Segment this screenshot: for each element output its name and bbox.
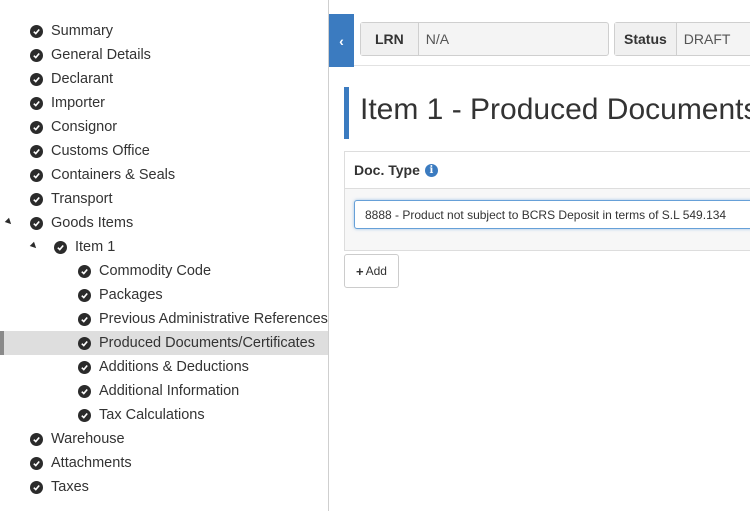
sidebar-item-label: Declarant	[51, 71, 114, 87]
sidebar-item-containers-seals[interactable]: Containers & Seals	[0, 163, 328, 187]
check-circle-icon	[78, 312, 91, 326]
status-value: DRAFT	[676, 23, 738, 55]
check-circle-icon	[30, 432, 43, 446]
check-circle-icon	[30, 456, 43, 470]
check-circle-icon	[78, 384, 91, 398]
add-button-label: Add	[365, 264, 387, 278]
check-circle-icon	[78, 288, 91, 302]
lrn-label: LRN	[361, 23, 419, 55]
sidebar-item-label: Importer	[51, 95, 105, 111]
sidebar-item-additional-information[interactable]: Additional Information	[0, 379, 328, 403]
expand-triangle-icon[interactable]	[29, 241, 39, 251]
sidebar-item-tax-calculations[interactable]: Tax Calculations	[0, 403, 328, 427]
sidebar-item-importer[interactable]: Importer	[0, 91, 328, 115]
sidebar-item-packages[interactable]: Packages	[0, 283, 328, 307]
sidebar-item-warehouse[interactable]: Warehouse	[0, 427, 328, 451]
doc-type-header: Doc. Type i	[345, 152, 750, 189]
sidebar-item-label: Customs Office	[51, 143, 150, 159]
check-circle-icon	[30, 192, 43, 206]
check-circle-icon	[78, 264, 91, 278]
sidebar-item-label: Goods Items	[51, 215, 134, 231]
check-circle-icon	[78, 408, 91, 422]
plus-icon: +	[356, 263, 364, 279]
check-circle-icon	[78, 360, 91, 374]
sidebar-item-goods-items[interactable]: Goods Items	[0, 211, 328, 235]
sidebar-item-label: General Details	[51, 47, 151, 63]
lrn-field: LRN N/A	[360, 22, 609, 56]
sidebar-item-label: Transport	[51, 191, 113, 207]
sidebar-item-label: Commodity Code	[99, 263, 212, 279]
sidebar-item-previous-administrative-references[interactable]: Previous Administrative References	[0, 307, 328, 331]
check-circle-icon	[30, 72, 43, 86]
info-icon[interactable]: i	[424, 163, 438, 177]
title-accent-bar	[344, 87, 349, 139]
page-title: Item 1 - Produced Documents	[360, 93, 750, 126]
sidebar-item-summary[interactable]: Summary	[0, 19, 328, 43]
check-circle-icon	[30, 216, 43, 230]
check-circle-icon	[30, 24, 43, 38]
check-circle-icon	[54, 240, 67, 254]
expand-triangle-icon[interactable]	[4, 217, 14, 227]
add-button[interactable]: + Add	[344, 254, 399, 288]
sidebar-item-label: Previous Administrative References	[99, 311, 328, 327]
sidebar-item-consignor[interactable]: Consignor	[0, 115, 328, 139]
sidebar-item-additions-deductions[interactable]: Additions & Deductions	[0, 355, 328, 379]
sidebar-item-taxes[interactable]: Taxes	[0, 475, 328, 499]
status-field: Status DRAFT	[614, 22, 750, 56]
lrn-value: N/A	[418, 23, 457, 55]
doc-type-label: Doc. Type	[354, 162, 420, 178]
check-circle-icon	[30, 48, 43, 62]
sidebar-nav: Summary General Details Declarant Import…	[0, 0, 329, 511]
sidebar-item-label: Attachments	[51, 455, 132, 471]
sidebar-item-transport[interactable]: Transport	[0, 187, 328, 211]
collapse-sidebar-button[interactable]: ‹	[329, 14, 354, 67]
check-circle-icon	[30, 120, 43, 134]
check-circle-icon	[30, 96, 43, 110]
produced-documents-panel: Doc. Type i 8888 - Product not subject t…	[344, 151, 750, 251]
status-label: Status	[615, 23, 677, 55]
check-circle-icon	[30, 480, 43, 494]
sidebar-item-produced-documents[interactable]: Produced Documents/Certificates	[0, 331, 328, 355]
sidebar-item-customs-office[interactable]: Customs Office	[0, 139, 328, 163]
sidebar-item-label: Item 1	[75, 239, 116, 255]
sidebar-item-label: Tax Calculations	[99, 407, 205, 423]
sidebar-item-label: Produced Documents/Certificates	[99, 335, 315, 351]
check-circle-icon	[30, 144, 43, 158]
sidebar-item-label: Consignor	[51, 119, 118, 135]
sidebar-item-label: Warehouse	[51, 431, 125, 447]
sidebar-item-label: Additions & Deductions	[99, 359, 249, 375]
check-circle-icon	[78, 336, 91, 350]
sidebar-item-label: Taxes	[51, 479, 89, 495]
chevron-left-icon: ‹	[339, 32, 344, 49]
sidebar-item-item-1[interactable]: Item 1	[0, 235, 328, 259]
sidebar-item-label: Containers & Seals	[51, 167, 176, 183]
sidebar-item-label: Summary	[51, 23, 114, 39]
sidebar-item-label: Additional Information	[99, 383, 240, 399]
header-bar: LRN N/A Status DRAFT	[329, 0, 750, 66]
doc-type-select[interactable]: 8888 - Product not subject to BCRS Depos…	[354, 200, 750, 229]
sidebar-item-label: Packages	[99, 287, 163, 303]
sidebar-item-attachments[interactable]: Attachments	[0, 451, 328, 475]
sidebar-item-commodity-code[interactable]: Commodity Code	[0, 259, 328, 283]
check-circle-icon	[30, 168, 43, 182]
sidebar-item-general-details[interactable]: General Details	[0, 43, 328, 67]
sidebar-item-declarant[interactable]: Declarant	[0, 67, 328, 91]
